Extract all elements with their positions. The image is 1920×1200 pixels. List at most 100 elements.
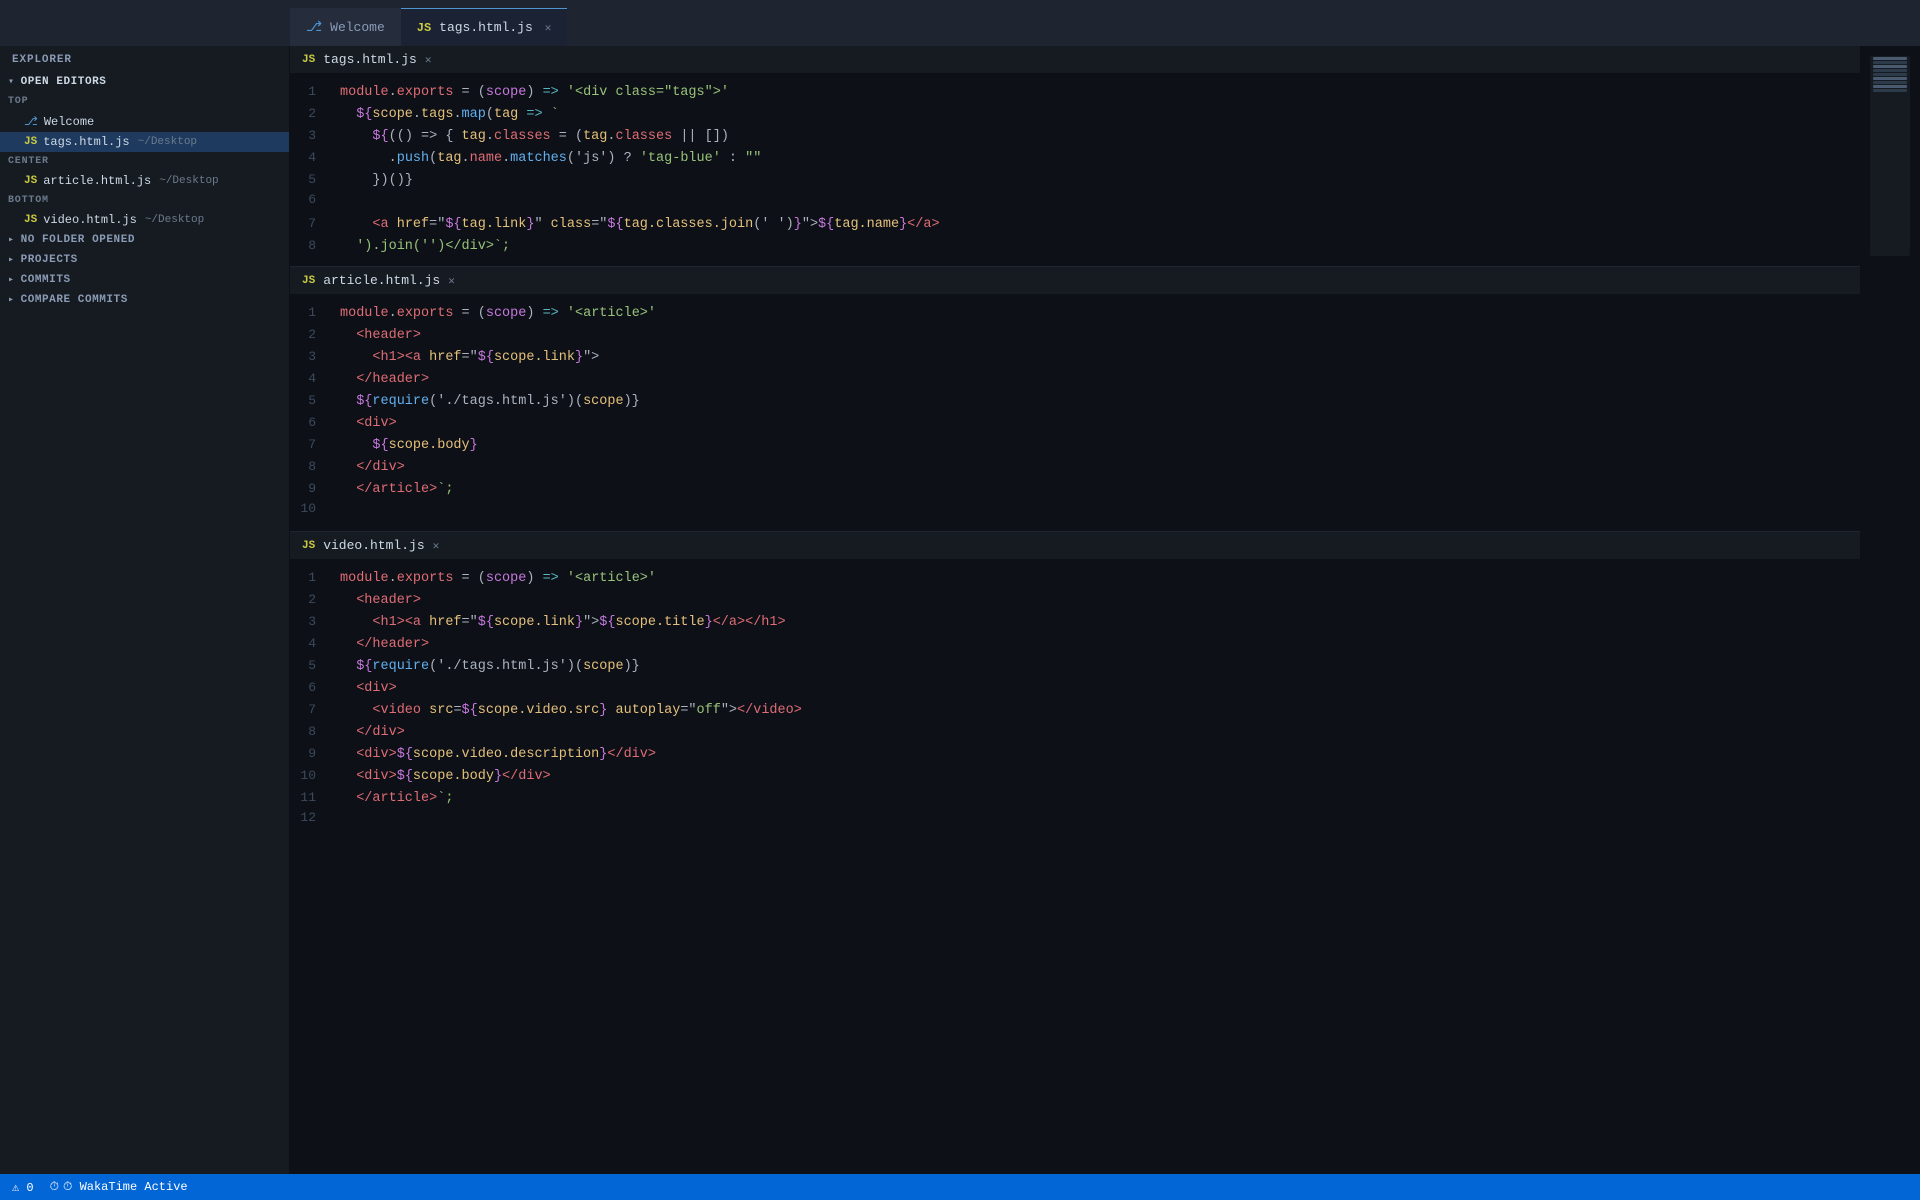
token: ${ — [372, 129, 388, 144]
token: scope — [486, 571, 527, 586]
sidebar-item-article[interactable]: JS article.html.js ~/Desktop — [0, 171, 289, 191]
token: . — [462, 151, 470, 166]
token — [340, 791, 356, 806]
code-line: 1module.exports = (scope) => '<article>' — [290, 303, 1860, 325]
token — [389, 217, 397, 232]
line-code: </article>`; — [340, 479, 453, 501]
token: `; — [437, 482, 453, 497]
token: ${ — [607, 217, 623, 232]
minimap-line — [1873, 69, 1907, 72]
token: autoplay — [616, 703, 681, 718]
token: } — [494, 769, 502, 784]
token — [340, 107, 356, 122]
token — [340, 372, 356, 387]
minimap — [1870, 56, 1910, 256]
file-welcome-name: Welcome — [44, 115, 94, 129]
sidebar-item-no-folder[interactable]: ▸ NO FOLDER OPENED — [0, 230, 289, 250]
token: . — [413, 107, 421, 122]
line-code: </header> — [340, 369, 429, 391]
code-line: 4 .push(tag.name.matches('js') ? 'tag-bl… — [290, 148, 1860, 170]
token: </article> — [356, 791, 437, 806]
status-bar: ⚠ 0 ⏱ ⏱ WakaTime Active — [0, 1174, 1920, 1200]
tab-bar: ⎇ Welcome JS tags.html.js ✕ — [0, 0, 1920, 46]
panel-label-tags: tags.html.js — [323, 52, 417, 67]
panel-close-tags[interactable]: ✕ — [425, 53, 432, 67]
token — [340, 593, 356, 608]
token: ${ — [478, 350, 494, 365]
token: name — [470, 151, 502, 166]
token: ${ — [397, 769, 413, 784]
token: } — [899, 217, 907, 232]
token: ${ — [478, 615, 494, 630]
sidebar-item-video[interactable]: JS video.html.js ~/Desktop — [0, 210, 289, 230]
token: scope — [583, 394, 624, 409]
token: map — [462, 107, 486, 122]
token: = — [453, 571, 477, 586]
panel-close-article[interactable]: ✕ — [448, 274, 455, 288]
token: module — [340, 306, 389, 321]
code-line: 3 <h1><a href="${scope.link}">${scope.ti… — [290, 612, 1860, 634]
token: . — [389, 306, 397, 321]
line-code: })()} — [340, 170, 413, 192]
line-number: 2 — [290, 592, 340, 607]
sidebar-item-compare-commits[interactable]: ▸ COMPARE COMMITS — [0, 290, 289, 310]
code-panel-tags: JStags.html.js✕1module.exports = (scope)… — [290, 46, 1860, 267]
code-line: 2 ${scope.tags.map(tag => ` — [290, 104, 1860, 126]
subsection-top: TOP — [0, 92, 289, 111]
token: href — [429, 615, 461, 630]
token: <header> — [356, 593, 421, 608]
open-editors-header[interactable]: ▾ OPEN EDITORS — [0, 72, 289, 92]
token — [340, 637, 356, 652]
token: ${ — [397, 747, 413, 762]
tab-tags[interactable]: JS tags.html.js ✕ — [401, 8, 568, 46]
panel-close-video[interactable]: ✕ — [433, 539, 440, 553]
token: || — [672, 129, 704, 144]
code-content-article: 1module.exports = (scope) => '<article>'… — [290, 295, 1860, 531]
token: ( — [389, 129, 397, 144]
token — [340, 129, 372, 144]
token: src — [429, 703, 453, 718]
token: </article> — [356, 482, 437, 497]
line-code: ${require('./tags.html.js')(scope)} — [340, 391, 640, 413]
token — [607, 703, 615, 718]
token: '<article>' — [567, 306, 656, 321]
token: push — [397, 151, 429, 166]
tab-close-tags[interactable]: ✕ — [545, 21, 552, 35]
code-line: 9 </article>`; — [290, 479, 1860, 501]
sidebar-item-tags[interactable]: JS tags.html.js ~/Desktop — [0, 132, 289, 152]
line-number: 7 — [290, 702, 340, 717]
line-number: 10 — [290, 501, 340, 516]
token — [340, 703, 372, 718]
line-number: 7 — [290, 216, 340, 231]
status-wakatime[interactable]: ⏱ ⏱ WakaTime Active — [50, 1180, 188, 1194]
token: <header> — [356, 328, 421, 343]
line-code: <a href="${tag.link}" class="${tag.class… — [340, 214, 940, 236]
status-errors[interactable]: ⚠ 0 — [12, 1180, 34, 1195]
subsection-bottom: BOTTOM — [0, 191, 289, 210]
code-line: 7 ${scope.body} — [290, 435, 1860, 457]
code-line: 3 ${(() => { tag.classes = (tag.classes … — [290, 126, 1860, 148]
token: = — [453, 703, 461, 718]
token — [340, 681, 356, 696]
line-number: 1 — [290, 570, 340, 585]
code-line: 11 </article>`; — [290, 788, 1860, 810]
code-content-tags: 1module.exports = (scope) => '<div class… — [290, 74, 1860, 266]
code-line: 7 <video src=${scope.video.src} autoplay… — [290, 700, 1860, 722]
minimap-line — [1873, 89, 1907, 92]
token — [340, 482, 356, 497]
tab-welcome-label: Welcome — [330, 20, 385, 35]
code-line: 2 <header> — [290, 325, 1860, 347]
minimap-line — [1873, 65, 1907, 68]
token: '<div class="tags">' — [567, 85, 729, 100]
line-code: <div>${scope.body}</div> — [340, 766, 551, 788]
line-number: 7 — [290, 437, 340, 452]
sidebar-item-welcome[interactable]: ⎇ Welcome — [0, 111, 289, 132]
js-file-icon-article: JS — [24, 175, 37, 187]
token: ] — [713, 129, 721, 144]
sidebar-item-commits[interactable]: ▸ COMMITS — [0, 270, 289, 290]
code-line: 6 <div> — [290, 413, 1860, 435]
sidebar-item-projects[interactable]: ▸ PROJECTS — [0, 250, 289, 270]
tab-welcome[interactable]: ⎇ Welcome — [290, 8, 401, 46]
token: => — [534, 85, 566, 100]
chevron-right-icon-4: ▸ — [8, 294, 15, 306]
